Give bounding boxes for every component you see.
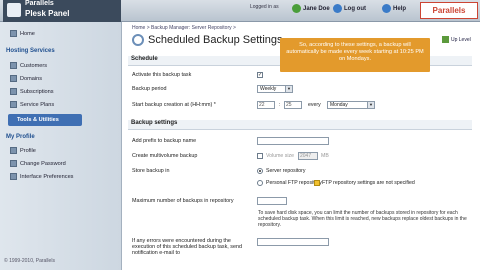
up-arrow-icon bbox=[442, 36, 449, 43]
server-repository-label: Server repository bbox=[266, 168, 306, 174]
user-icon bbox=[292, 4, 301, 13]
prefix-label: Add prefix to backup name bbox=[132, 138, 197, 144]
sidebar-item-home[interactable]: Home bbox=[10, 30, 35, 37]
store-label: Store backup in bbox=[132, 168, 170, 174]
chevron-down-icon: ▼ bbox=[367, 102, 374, 108]
prefix-input[interactable] bbox=[257, 137, 329, 145]
sidebar-item-label: Interface Preferences bbox=[20, 173, 74, 180]
day-select[interactable]: Monday ▼ bbox=[327, 101, 375, 109]
help-icon bbox=[382, 4, 391, 13]
warning-icon bbox=[314, 180, 320, 186]
ftp-warning-text: FTP repository settings are not specifie… bbox=[322, 180, 415, 186]
home-icon bbox=[10, 30, 17, 37]
activate-checkbox[interactable]: ✓ bbox=[257, 72, 263, 78]
sidebar-item-label: Profile bbox=[20, 147, 36, 154]
brand-logo: Parallels bbox=[420, 2, 478, 19]
section-backup-settings: Backup settings bbox=[128, 120, 472, 130]
help-label: Help bbox=[393, 5, 407, 12]
customers-icon bbox=[10, 62, 17, 69]
server-repository-radio[interactable] bbox=[257, 168, 263, 174]
user-name: Jane Doe bbox=[303, 5, 330, 12]
error-notification-label: If any errors were encountered during th… bbox=[132, 238, 242, 256]
sidebar-item-label: Customers bbox=[20, 62, 48, 69]
logo-line2: Plesk Panel bbox=[25, 9, 70, 18]
top-bar: Parallels Plesk Panel Logged in as Jane … bbox=[0, 0, 480, 22]
logout-label: Log out bbox=[344, 5, 366, 12]
volume-size-input[interactable]: 2047 bbox=[298, 152, 318, 160]
start-hour-input[interactable]: 22 bbox=[257, 101, 275, 109]
logo-line1: Parallels bbox=[25, 0, 54, 7]
sidebar-item-label: Home bbox=[20, 30, 35, 37]
sidebar-item-label: Subscriptions bbox=[20, 88, 54, 95]
sidebar-heading-profile[interactable]: My Profile bbox=[6, 134, 35, 140]
chevron-down-icon: ▼ bbox=[285, 86, 292, 92]
service-plans-icon bbox=[10, 101, 17, 108]
key-icon bbox=[10, 160, 17, 167]
volume-unit: MB bbox=[321, 153, 329, 159]
sidebar-item-label: Service Plans bbox=[20, 101, 55, 108]
activate-label: Activate this backup task bbox=[132, 72, 192, 78]
parallels-logo-icon bbox=[7, 3, 21, 17]
max-backups-input[interactable] bbox=[257, 197, 287, 205]
logout-icon bbox=[333, 4, 342, 13]
multivolume-checkbox[interactable] bbox=[257, 153, 263, 159]
max-backups-note: To save hard disk space, you can limit t… bbox=[258, 210, 467, 228]
page-title-text: Scheduled Backup Settings bbox=[148, 34, 283, 46]
sidebar-heading-hosting[interactable]: Hosting Services bbox=[6, 48, 55, 54]
backup-period-select[interactable]: Weekly ▼ bbox=[257, 85, 293, 93]
sidebar-item-service-plans[interactable]: Service Plans bbox=[10, 101, 54, 108]
backup-period-value: Weekly bbox=[260, 86, 277, 92]
product-logo[interactable]: Parallels Plesk Panel bbox=[3, 0, 121, 22]
preferences-icon bbox=[10, 173, 17, 180]
user-link[interactable]: Jane Doe bbox=[292, 4, 330, 13]
clock-icon bbox=[132, 34, 144, 46]
logged-in-label: Logged in as bbox=[250, 4, 279, 10]
sidebar-item-interface-preferences[interactable]: Interface Preferences bbox=[10, 173, 73, 180]
day-value: Monday bbox=[330, 102, 348, 108]
subscriptions-icon bbox=[10, 88, 17, 95]
up-level-label: Up Level bbox=[451, 36, 471, 43]
multivolume-label: Create multivolume backup bbox=[132, 153, 198, 159]
logout-button[interactable]: Log out bbox=[333, 4, 366, 13]
sidebar-item-label: Change Password bbox=[20, 160, 66, 167]
sidebar: Home Hosting Services Customers Domains … bbox=[0, 22, 122, 270]
backup-period-label: Backup period bbox=[132, 86, 167, 92]
sidebar-item-domains[interactable]: Domains bbox=[10, 75, 42, 82]
breadcrumb[interactable]: Home > Backup Manager: Server Repository… bbox=[132, 25, 236, 31]
page-title: Scheduled Backup Settings bbox=[132, 34, 283, 46]
start-time-label: Start backup creation at (HH:mm) * bbox=[132, 102, 216, 108]
sidebar-item-subscriptions[interactable]: Subscriptions bbox=[10, 88, 54, 95]
sidebar-item-label: Tools & Utilities bbox=[17, 117, 59, 123]
max-backups-label: Maximum number of backups in repository bbox=[132, 198, 234, 204]
sidebar-item-label: Domains bbox=[20, 75, 43, 82]
notification-email-input[interactable] bbox=[257, 238, 329, 246]
help-button[interactable]: Help bbox=[382, 4, 406, 13]
domains-icon bbox=[10, 75, 17, 82]
copyright: © 1999-2010, Parallels bbox=[4, 258, 55, 264]
sidebar-item-customers[interactable]: Customers bbox=[10, 62, 47, 69]
ftp-repository-radio[interactable] bbox=[257, 180, 263, 186]
volume-size-label: Volume size bbox=[266, 153, 294, 159]
sidebar-item-tools-utilities[interactable]: Tools & Utilities bbox=[8, 114, 82, 126]
profile-icon bbox=[10, 147, 17, 154]
sidebar-item-profile[interactable]: Profile bbox=[10, 147, 36, 154]
start-minute-input[interactable]: 25 bbox=[284, 101, 302, 109]
up-level-button[interactable]: Up Level bbox=[442, 36, 471, 43]
sidebar-item-change-password[interactable]: Change Password bbox=[10, 160, 66, 167]
time-separator: : bbox=[279, 102, 281, 108]
every-label: every bbox=[308, 102, 321, 108]
tutorial-callout: So, according to these settings, a backu… bbox=[280, 38, 430, 72]
